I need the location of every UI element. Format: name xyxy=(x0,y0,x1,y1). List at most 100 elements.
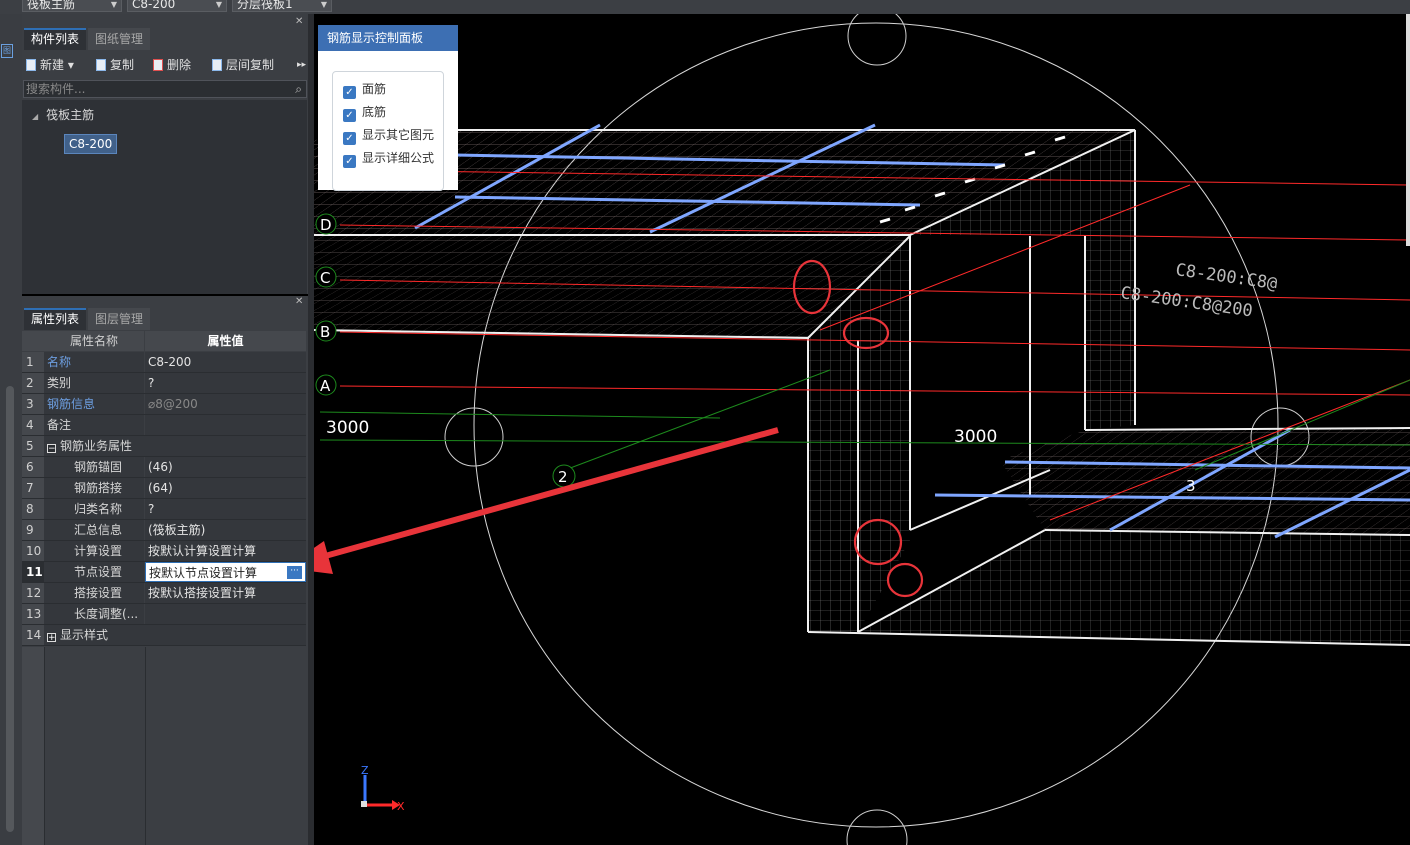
property-name: 计算设置 xyxy=(44,541,144,561)
delete-button[interactable]: 删除 xyxy=(153,54,191,76)
rebar-display-control-panel: 钢筋显示控制面板 ✓ 面筋 ✓ 底筋 ✓ 显示其它图元 ✓ 显示详细公式 xyxy=(318,25,458,191)
check-icon[interactable]: ✓ xyxy=(343,86,356,99)
table-row-selected[interactable]: 11 节点设置 按默认节点设置计算 ··· xyxy=(22,562,306,583)
copy-button[interactable]: 复制 xyxy=(96,54,134,76)
row-number: 12 xyxy=(22,583,44,603)
svg-text:X: X xyxy=(397,800,405,813)
collapse-triangle-icon[interactable]: ◢ xyxy=(32,112,38,121)
property-group-name: + 显示样式 xyxy=(44,625,306,645)
tab-property-list[interactable]: 属性列表 xyxy=(24,308,87,330)
property-name: 搭接设置 xyxy=(44,583,144,603)
tab-layer-management[interactable]: 图层管理 xyxy=(88,308,151,330)
table-row[interactable]: 14 + 显示样式 xyxy=(22,625,306,646)
tree-root-node[interactable]: ◢ 筏板主筋 xyxy=(32,106,94,123)
collapse-icon[interactable]: − xyxy=(47,444,56,454)
left-dock-strip: 图 xyxy=(0,14,22,845)
chevron-down-icon: ▼ xyxy=(320,0,327,9)
checkbox-show-other-elements[interactable]: ✓ 显示其它图元 xyxy=(343,128,434,145)
component-type-dropdown[interactable]: 筏板主筋 ▼ xyxy=(22,0,122,12)
close-icon[interactable]: ✕ xyxy=(295,296,303,307)
row-number: 11 xyxy=(22,562,44,582)
expand-icon[interactable]: + xyxy=(47,633,56,643)
table-row[interactable]: 4 备注 xyxy=(22,415,306,436)
check-icon[interactable]: ✓ xyxy=(343,155,356,168)
row-number: 5 xyxy=(22,436,44,456)
table-row[interactable]: 8 归类名称? xyxy=(22,499,306,520)
new-icon xyxy=(26,59,36,71)
component-name-dropdown[interactable]: C8-200 ▼ xyxy=(127,0,227,12)
dimension-label-left: 3000 xyxy=(326,418,369,438)
property-name: 类别 xyxy=(44,373,144,393)
row-number: 8 xyxy=(22,499,44,519)
property-value[interactable] xyxy=(145,604,306,624)
property-header: 属性名称 属性值 xyxy=(22,331,306,352)
check-icon[interactable]: ✓ xyxy=(343,109,356,122)
view-marker-top xyxy=(847,14,907,66)
3d-viewport[interactable]: C8-200:C8@ C8-200:C8@200 D C B A 2 3 300… xyxy=(314,14,1410,845)
row-number: 7 xyxy=(22,478,44,498)
property-group-label: 显示样式 xyxy=(60,628,109,642)
table-row[interactable]: 2 类别? xyxy=(22,373,306,394)
new-label: 新建 xyxy=(40,58,65,72)
table-row[interactable]: 3 钢筋信息 ⌀8@200 xyxy=(22,394,306,415)
row-number-gutter xyxy=(22,647,44,845)
close-icon[interactable]: ✕ xyxy=(295,16,303,27)
checkbox-top-rebar[interactable]: ✓ 面筋 xyxy=(343,82,386,99)
property-name: 名称 xyxy=(44,352,144,372)
check-icon[interactable]: ✓ xyxy=(343,132,356,145)
property-name: 钢筋信息 xyxy=(44,394,144,414)
table-row[interactable]: 7 钢筋搭接 (64) xyxy=(22,478,306,499)
row-number: 3 xyxy=(22,394,44,414)
tab-component-list[interactable]: 构件列表 xyxy=(24,28,87,50)
tree-child-node[interactable]: C8-200 xyxy=(64,134,118,154)
table-row[interactable]: 5− 钢筋业务属性 xyxy=(22,436,306,457)
new-button[interactable]: 新建 ▾ xyxy=(26,54,74,76)
layout-icon[interactable]: 图 xyxy=(1,44,13,58)
checkbox-show-detailed-formula[interactable]: ✓ 显示详细公式 xyxy=(343,151,434,168)
layer-dropdown[interactable]: 分层筏板1 ▼ xyxy=(232,0,332,12)
row-number: 4 xyxy=(22,415,44,435)
property-name: 归类名称 xyxy=(44,499,144,519)
row-number: 10 xyxy=(22,541,44,561)
floor-copy-button[interactable]: 层间复制 xyxy=(212,54,274,76)
view-marker-bottom xyxy=(846,809,908,845)
table-row[interactable]: 12 搭接设置 按默认搭接设置计算 xyxy=(22,583,306,604)
property-value[interactable]: ? xyxy=(145,499,306,519)
layer-value: 分层筏板1 xyxy=(237,0,293,11)
axis-marker-2: 2 xyxy=(552,464,576,488)
property-value[interactable]: (46) xyxy=(145,457,306,477)
vertical-scrollbar[interactable] xyxy=(6,386,14,832)
property-group-name: − 钢筋业务属性 xyxy=(44,436,306,456)
more-options-icon[interactable]: ··· xyxy=(287,566,302,579)
copy-label: 复制 xyxy=(110,58,135,72)
tab-drawing-management[interactable]: 图纸管理 xyxy=(88,28,151,50)
chevron-down-icon: ▼ xyxy=(215,0,222,9)
row-number: 1 xyxy=(22,352,44,372)
column-divider xyxy=(145,647,146,845)
more-toolbar-icon[interactable]: ▸▸ xyxy=(297,54,306,76)
table-row[interactable]: 1 名称 C8-200 xyxy=(22,352,306,373)
search-icon[interactable]: ⌕ xyxy=(295,81,302,97)
property-value[interactable]: (筏板主筋) xyxy=(145,520,306,540)
table-row[interactable]: 10 计算设置 按默认计算设置计算 xyxy=(22,541,306,562)
property-value[interactable]: C8-200 xyxy=(145,352,306,372)
table-row[interactable]: 9 汇总信息 (筏板主筋) xyxy=(22,520,306,541)
property-list-panel: ✕ 属性列表 图层管理 属性名称 属性值 1 名称 C8-200 2 类别? 3 钢筋信… xyxy=(22,296,308,845)
svg-text:A: A xyxy=(320,377,331,395)
checkbox-bottom-rebar[interactable]: ✓ 底筋 xyxy=(343,105,386,122)
rebar-label-1: C8-200:C8@ xyxy=(1174,260,1278,294)
property-value-editor[interactable]: 按默认节点设置计算 ··· xyxy=(145,562,306,582)
property-value[interactable] xyxy=(145,415,306,435)
property-value[interactable]: 按默认搭接设置计算 xyxy=(145,583,306,603)
property-value[interactable]: (64) xyxy=(145,478,306,498)
property-value[interactable]: 按默认计算设置计算 xyxy=(145,541,306,561)
search-placeholder: 搜索构件... xyxy=(26,82,86,96)
property-name: 钢筋搭接 xyxy=(44,478,144,498)
property-tabs: 属性列表 图层管理 xyxy=(22,308,308,330)
component-list-panel: ✕ 构件列表 图纸管理 新建 ▾ 复制 删除 层间复制 ▸▸ 搜索构件... ⌕… xyxy=(22,14,308,294)
search-input[interactable]: 搜索构件... ⌕ xyxy=(23,80,307,98)
table-row[interactable]: 13 长度调整(... xyxy=(22,604,306,625)
property-value[interactable]: ⌀8@200 xyxy=(145,394,306,414)
property-value[interactable]: ? xyxy=(145,373,306,393)
table-row[interactable]: 6 钢筋锚固 (46) xyxy=(22,457,306,478)
